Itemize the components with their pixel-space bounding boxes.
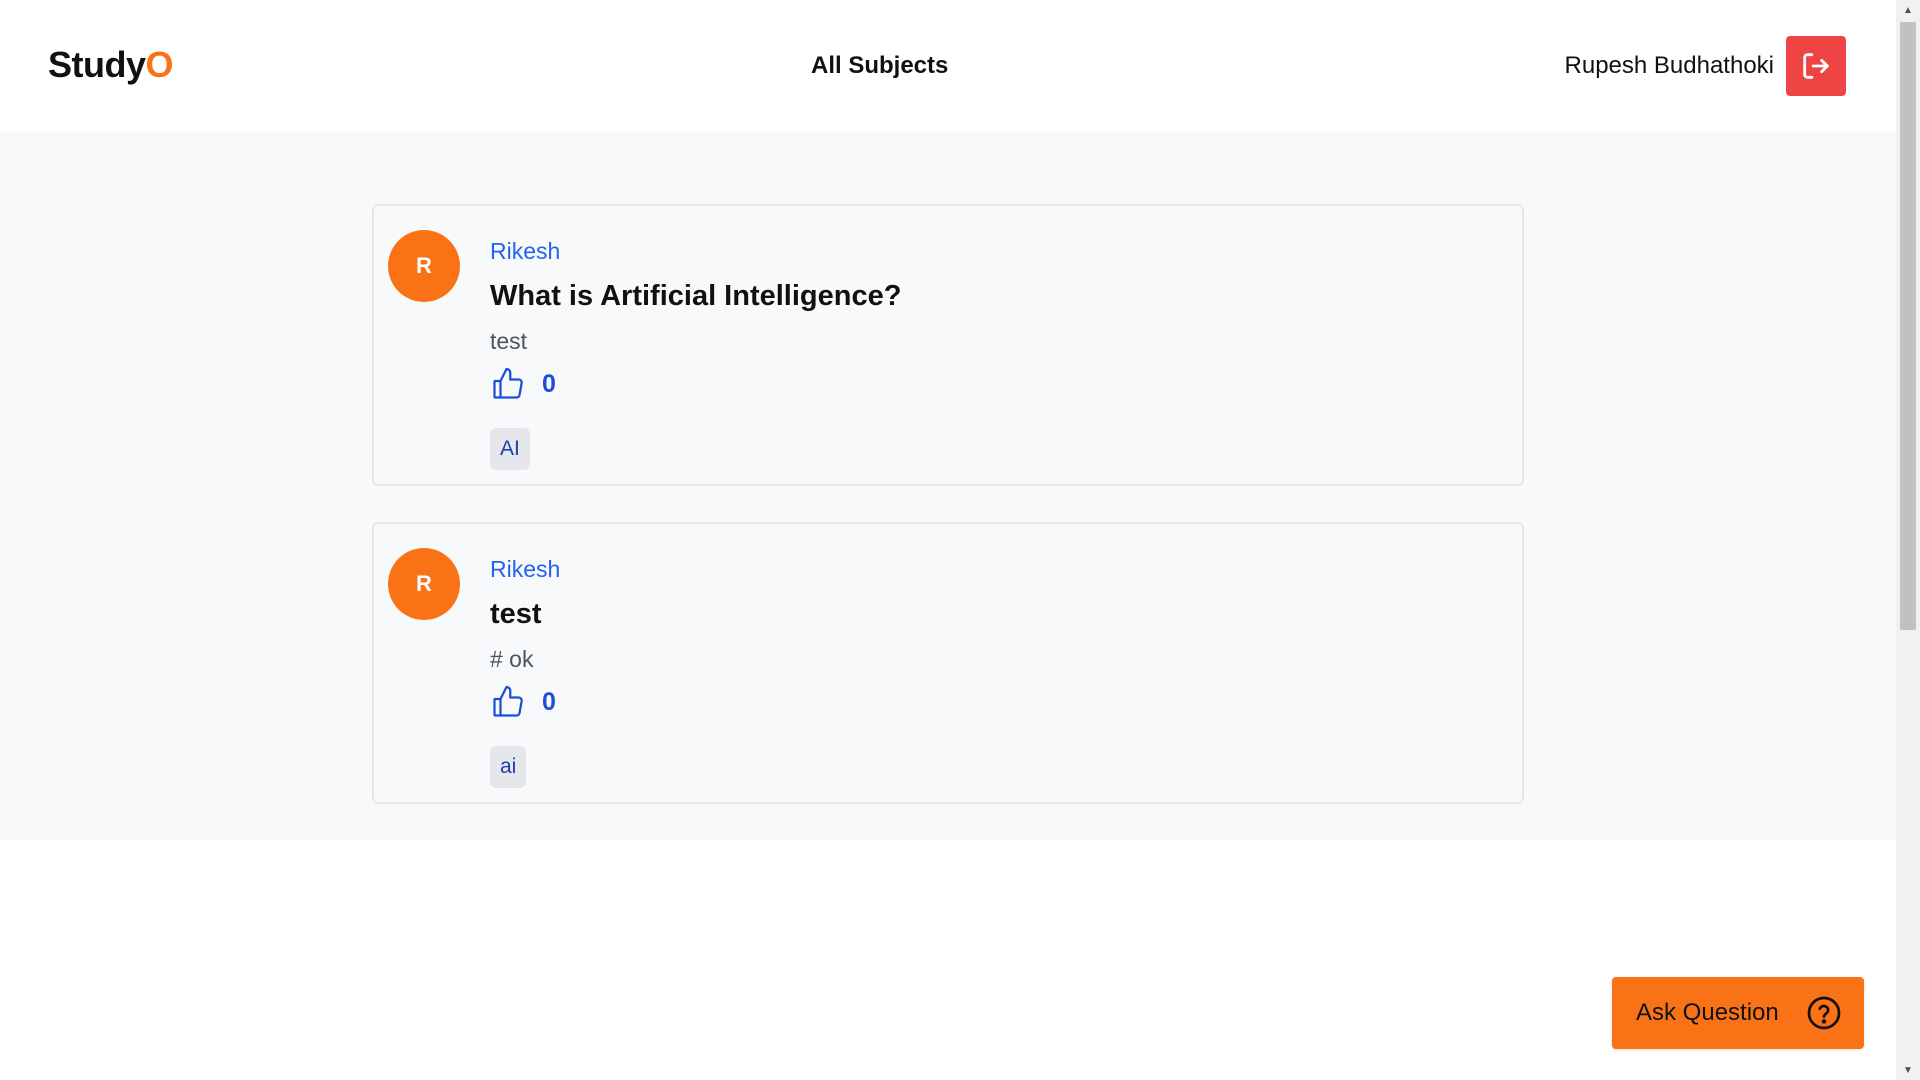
question-title[interactable]: What is Artificial Intelligence? <box>490 280 901 313</box>
subject-tag[interactable]: ai <box>490 746 527 788</box>
question-body: test <box>490 328 528 354</box>
ask-question-label: Ask Question <box>1636 999 1779 1026</box>
logo-accent: O <box>145 44 174 85</box>
question-author[interactable]: Rikesh <box>490 238 560 265</box>
logo-text: Study <box>48 44 146 85</box>
question-feed: R Rikesh What is Artificial Intelligence… <box>0 132 1896 840</box>
thumbs-up-icon <box>493 367 523 399</box>
vertical-scrollbar[interactable]: ▲ ▼ <box>1896 0 1920 1080</box>
scroll-thumb[interactable] <box>1900 22 1916 630</box>
question-author[interactable]: Rikesh <box>490 556 560 583</box>
question-card[interactable]: R Rikesh test # ok 0 ai <box>372 522 1524 804</box>
like-row: 0 <box>490 684 556 720</box>
scroll-down-arrow-icon[interactable]: ▼ <box>1896 1060 1920 1080</box>
avatar: R <box>388 548 460 620</box>
logout-icon <box>1803 53 1829 79</box>
current-username: Rupesh Budhathoki <box>1564 52 1774 79</box>
like-row: 0 <box>490 366 556 402</box>
question-body: # ok <box>490 646 534 672</box>
thumbs-up-icon <box>493 685 523 717</box>
subject-tag[interactable]: AI <box>490 428 530 470</box>
scroll-up-arrow-icon[interactable]: ▲ <box>1896 0 1920 20</box>
ask-question-button[interactable]: Ask Question <box>1612 977 1864 1049</box>
avatar: R <box>388 230 460 302</box>
like-button[interactable] <box>490 684 526 720</box>
question-card[interactable]: R Rikesh What is Artificial Intelligence… <box>372 204 1524 486</box>
like-count: 0 <box>542 687 556 716</box>
like-count: 0 <box>542 369 556 398</box>
logout-button[interactable] <box>1786 36 1846 96</box>
question-circle-icon <box>1807 996 1841 1030</box>
nav-all-subjects[interactable]: All Subjects <box>811 52 948 80</box>
like-button[interactable] <box>490 366 526 402</box>
logo[interactable]: StudyO <box>48 44 174 86</box>
question-title[interactable]: test <box>490 598 542 631</box>
app: StudyO All Subjects Rupesh Budhathoki R … <box>0 0 1896 1080</box>
top-navbar: StudyO All Subjects Rupesh Budhathoki <box>0 0 1896 132</box>
